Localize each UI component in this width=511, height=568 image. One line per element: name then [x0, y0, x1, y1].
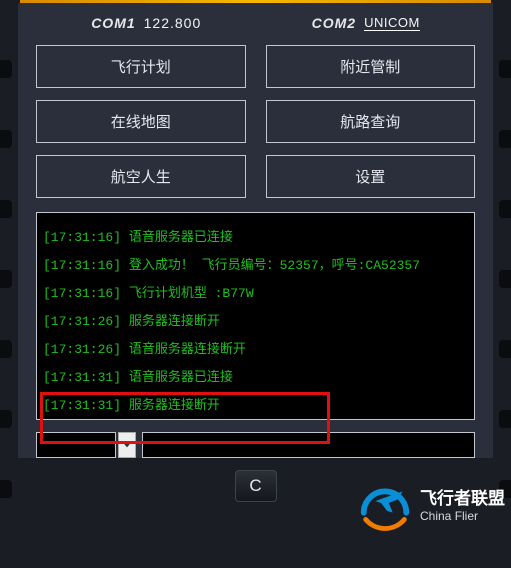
- caret-down-icon: [123, 442, 131, 448]
- key-c-button[interactable]: C: [235, 470, 277, 502]
- command-input[interactable]: [142, 432, 475, 458]
- nearby-atc-button[interactable]: 附近管制: [266, 45, 476, 88]
- com2-frequency: UNICOM: [364, 15, 420, 31]
- watermark-text-en: China Flier: [420, 509, 505, 523]
- settings-button[interactable]: 设置: [266, 155, 476, 198]
- left-bezel-knobs: [0, 40, 16, 568]
- com1-group: COM1 122.800: [91, 15, 201, 31]
- log-line: [17:31:16] 登入成功！ 飞行员编号：52357，呼号:CA52357: [43, 259, 468, 273]
- message-log: [17:31:16] 语音服务器已连接 [17:31:16] 登入成功！ 飞行员…: [36, 212, 475, 420]
- callsign-dropdown-button[interactable]: [118, 432, 136, 458]
- main-panel: COM1 122.800 COM2 UNICOM 飞行计划 附近管制 在线地图 …: [18, 3, 493, 458]
- callsign-input[interactable]: [36, 432, 116, 458]
- com2-group: COM2 UNICOM: [312, 15, 420, 31]
- right-bezel-knobs: [495, 40, 511, 568]
- log-line: [17:31:26] 服务器连接断开: [43, 315, 468, 329]
- com2-label: COM2: [312, 15, 356, 31]
- menu-button-grid: 飞行计划 附近管制 在线地图 航路查询 航空人生 设置: [36, 45, 475, 198]
- flight-plan-button[interactable]: 飞行计划: [36, 45, 246, 88]
- com1-label: COM1: [91, 15, 135, 31]
- log-line: [17:31:16] 语音服务器已连接: [43, 231, 468, 245]
- online-map-button[interactable]: 在线地图: [36, 100, 246, 143]
- log-line: [17:31:16] 飞行计划机型 :B77W: [43, 287, 468, 301]
- aviation-life-button[interactable]: 航空人生: [36, 155, 246, 198]
- log-line: [17:31:31] 语音服务器已连接: [43, 371, 468, 385]
- com-radio-row: COM1 122.800 COM2 UNICOM: [36, 9, 475, 45]
- route-query-button[interactable]: 航路查询: [266, 100, 476, 143]
- log-line: [17:31:26] 语音服务器连接断开: [43, 343, 468, 357]
- log-line: [17:31:31] 服务器连接断开: [43, 399, 468, 413]
- keypad-row: C: [0, 470, 511, 502]
- com1-frequency: 122.800: [144, 15, 202, 31]
- command-input-row: [36, 432, 475, 458]
